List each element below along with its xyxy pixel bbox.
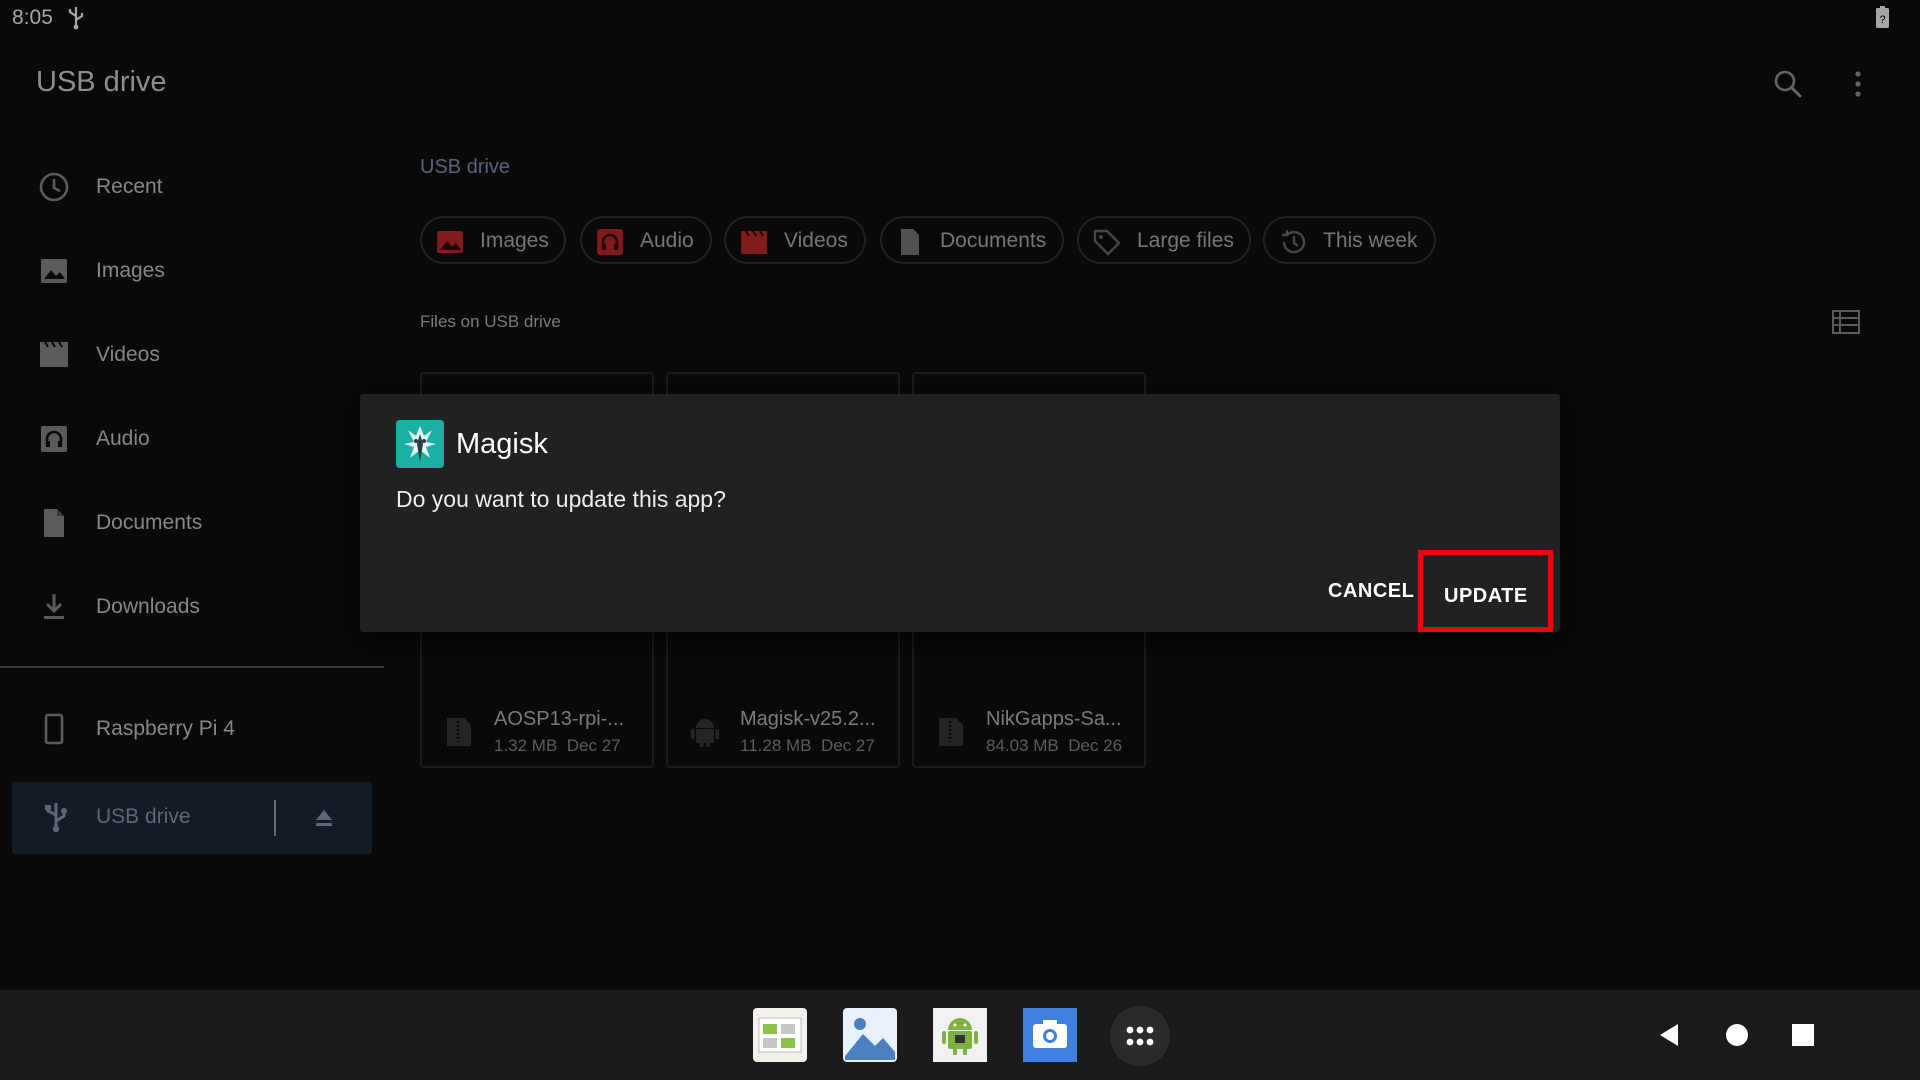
dialog-title: Magisk <box>456 428 548 460</box>
screen: 8:05 ? USB drive Recent Images Videos Au… <box>0 0 1920 1080</box>
store-icon[interactable] <box>753 1008 807 1062</box>
taskbar <box>0 990 1920 1080</box>
home-icon[interactable] <box>1724 1022 1750 1048</box>
android-app-icon[interactable] <box>933 1008 987 1062</box>
recents-icon[interactable] <box>1790 1022 1816 1048</box>
magisk-app-icon <box>396 420 444 468</box>
update-highlight: UPDATE <box>1418 550 1553 632</box>
camera-icon[interactable] <box>1023 1008 1077 1062</box>
cancel-button[interactable]: CANCEL <box>1328 580 1414 603</box>
update-button[interactable]: UPDATE <box>1444 585 1528 608</box>
update-dialog: Magisk Do you want to update this app? C… <box>360 394 1560 632</box>
dialog-message: Do you want to update this app? <box>396 486 726 512</box>
back-icon[interactable] <box>1656 1022 1682 1048</box>
app-drawer-icon[interactable] <box>1110 1006 1170 1066</box>
gallery-icon[interactable] <box>843 1008 897 1062</box>
